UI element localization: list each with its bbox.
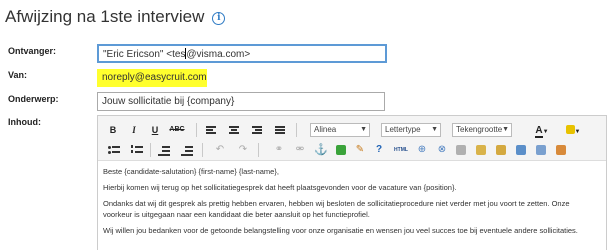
numbered-list-icon[interactable] (131, 143, 143, 157)
toolbar-separator (296, 123, 297, 137)
html-source-button[interactable]: HTML (392, 143, 410, 157)
indent-icon[interactable] (181, 143, 193, 157)
bulleted-list-icon[interactable] (108, 143, 120, 157)
image-icon[interactable] (336, 145, 346, 155)
toolbar-separator (202, 143, 203, 157)
text-color-button[interactable]: A▼ (531, 123, 553, 138)
undo-icon[interactable]: ↶ (214, 143, 226, 157)
page-title: Afwijzing na 1ste interview i (5, 7, 226, 27)
page-title-text: Afwijzing na 1ste interview (5, 7, 205, 26)
redo-icon[interactable]: ↷ (237, 143, 249, 157)
subject-field[interactable]: Jouw sollicitatie bij {company} (97, 92, 385, 111)
toolbar-separator (150, 143, 151, 157)
subject-label: Onderwerp: (8, 94, 59, 104)
paste-word-icon[interactable] (516, 145, 526, 155)
find-icon[interactable]: ⊕ (416, 143, 428, 157)
from-label: Van: (8, 70, 28, 80)
select-all-icon[interactable] (536, 145, 546, 155)
cut-icon[interactable] (456, 145, 466, 155)
paragraph-format-value: Alinea (314, 125, 337, 134)
from-value-highlighted: noreply@easycruit.com (97, 69, 207, 87)
rich-text-editor[interactable]: B I U ABC Alinea ▼ Lettertype ▼ Tekengroot… (97, 115, 607, 250)
bold-button[interactable]: B (108, 123, 118, 137)
align-center-icon[interactable] (228, 123, 240, 137)
font-size-select[interactable]: Tekengrootte ▼ (452, 123, 512, 137)
chevron-down-icon: ▼ (502, 126, 509, 133)
toolbar-separator (196, 123, 197, 137)
cleanup-icon[interactable]: ✎ (354, 143, 366, 157)
find-replace-icon[interactable]: ⊗ (436, 143, 448, 157)
strikethrough-button[interactable]: ABC (168, 123, 186, 137)
body-paragraph-line: Ondanks dat wij dit gesprek als prettig … (103, 199, 570, 209)
body-paragraph-line: voorkeur is uitgegaan naar een kandidaat… (103, 209, 370, 219)
italic-button[interactable]: I (129, 123, 139, 137)
align-right-icon[interactable] (251, 123, 263, 137)
highlighter-icon (565, 125, 575, 134)
link-icon[interactable]: ⚭ (273, 143, 285, 157)
paste-icon[interactable] (476, 145, 486, 155)
recipient-value-after: @visma.com> (186, 49, 251, 60)
info-icon[interactable]: i (212, 12, 226, 25)
chevron-down-icon: ▼ (431, 126, 438, 133)
anchor-icon[interactable]: ⚓ (314, 143, 328, 157)
underline-button[interactable]: U (150, 123, 160, 137)
toolbar-separator (258, 143, 259, 157)
body-greeting: Beste {candidate-salutation} {first-name… (103, 167, 279, 176)
chevron-down-icon: ▼ (360, 126, 367, 133)
paste-text-icon[interactable] (496, 145, 506, 155)
email-body[interactable]: Beste {candidate-salutation} {first-name… (103, 167, 603, 242)
content-label: Inhoud: (8, 117, 41, 127)
highlight-color-button[interactable]: ▼ (562, 123, 584, 137)
recipient-value-before: "Eric Ericson" <tes (103, 49, 186, 60)
text-color-icon: A (535, 125, 543, 138)
editor-toolbar: B I U ABC Alinea ▼ Lettertype ▼ Tekengroot… (98, 116, 606, 161)
align-left-icon[interactable] (205, 123, 217, 137)
unlink-icon[interactable]: ⚮ (294, 143, 306, 157)
help-icon[interactable]: ? (373, 143, 385, 157)
font-family-select[interactable]: Lettertype ▼ (381, 123, 441, 137)
font-family-value: Lettertype (385, 125, 421, 134)
recipient-label: Ontvanger: (8, 46, 57, 56)
paragraph-format-select[interactable]: Alinea ▼ (310, 123, 370, 137)
recipient-field[interactable]: "Eric Ericson" <tes@visma.com> (97, 44, 387, 63)
template-icon[interactable] (556, 145, 566, 155)
body-paragraph: Ondanks dat wij dit gesprek als prettig … (103, 199, 603, 219)
align-justify-icon[interactable] (274, 123, 286, 137)
body-paragraph: Wij willen jou bedanken voor de getoonde… (103, 225, 578, 235)
outdent-icon[interactable] (158, 143, 170, 157)
font-size-value: Tekengrootte (456, 125, 503, 134)
body-paragraph: Hierbij komen wij terug op het sollicita… (103, 183, 457, 193)
